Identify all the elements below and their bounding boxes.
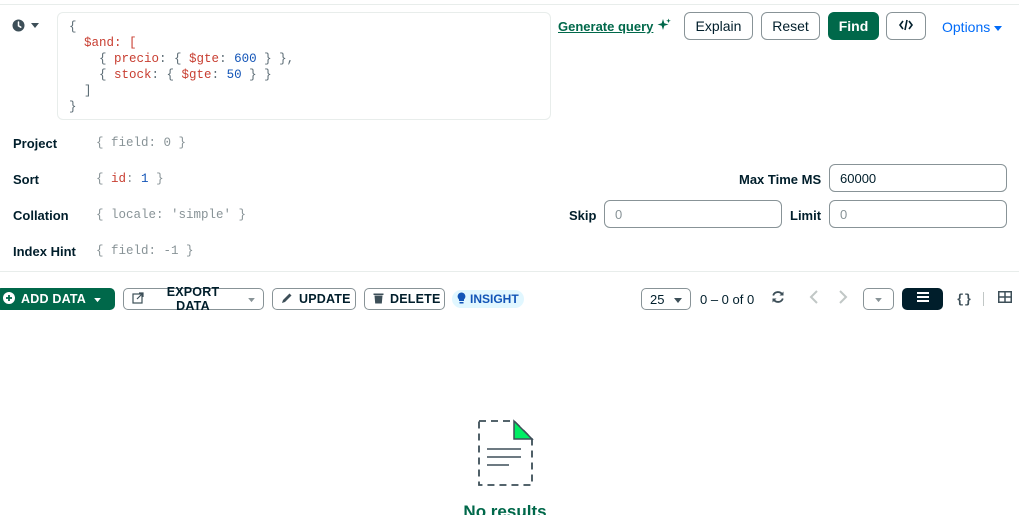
query-line: $and: [ (69, 35, 550, 51)
chevron-right-icon (838, 289, 848, 309)
plus-circle-icon (3, 291, 15, 307)
options-label: Options (942, 19, 991, 35)
collation-label: Collation (13, 208, 69, 223)
query-history-button[interactable] (12, 19, 39, 32)
explain-button[interactable]: Explain (684, 12, 753, 40)
json-view-icon: {} (956, 291, 972, 307)
index-hint-editor[interactable]: { field: -1 } (96, 244, 194, 258)
top-divider (0, 4, 1019, 5)
generate-query-link[interactable]: Generate query (558, 18, 672, 35)
max-time-ms-input[interactable] (829, 164, 1007, 192)
update-label: UPDATE (299, 292, 351, 306)
table-view-button[interactable] (990, 288, 1019, 310)
caret-down-icon (94, 292, 101, 306)
options-divider (0, 271, 1019, 272)
collation-editor[interactable]: { locale: 'simple' } (96, 208, 246, 222)
query-line-and: $and: [ (84, 36, 137, 50)
query-line: { precio: { $gte: 600 } }, (69, 52, 295, 66)
list-view-icon (916, 290, 930, 308)
query-line: } (69, 100, 77, 114)
export-data-label: EXPORT DATA (166, 285, 220, 313)
query-line: { (69, 20, 77, 34)
project-editor[interactable]: { field: 0 } (96, 136, 186, 150)
export-icon (132, 291, 144, 307)
page-size-value: 25 (650, 291, 665, 307)
caret-down-icon (674, 292, 682, 307)
limit-label: Limit (790, 208, 822, 223)
empty-state-title: No results (463, 502, 547, 515)
insight-badge[interactable]: INSIGHT (452, 290, 524, 308)
caret-down-icon (994, 19, 1003, 35)
sort-label: Sort (13, 172, 39, 187)
index-hint-label: Index Hint (13, 244, 76, 259)
export-code-button[interactable] (886, 12, 926, 40)
query-editor[interactable]: { $and: [ { precio: { $gte: 600 } }, { s… (57, 12, 551, 120)
options-toggle[interactable]: Options (942, 19, 1003, 35)
find-button[interactable]: Find (828, 12, 879, 40)
caret-down-icon (248, 292, 255, 306)
query-line: ] (69, 84, 92, 98)
add-data-label: ADD DATA (21, 292, 87, 306)
json-view-button[interactable]: {} (948, 288, 980, 310)
caret-down-icon (875, 290, 882, 308)
trash-icon (373, 292, 384, 307)
code-icon (899, 19, 913, 34)
delete-button[interactable]: DELETE (364, 288, 445, 310)
skip-label: Skip (569, 208, 597, 223)
sort-editor[interactable]: { id: 1 } (96, 172, 164, 186)
project-label: Project (13, 136, 58, 151)
sparkle-icon (657, 18, 672, 35)
lightbulb-icon (457, 292, 466, 307)
table-view-icon (997, 290, 1012, 308)
generate-query-label: Generate query (558, 19, 654, 34)
insight-label: INSIGHT (470, 292, 519, 306)
clock-icon (12, 19, 25, 32)
export-data-button[interactable]: EXPORT DATA (123, 285, 264, 313)
reset-button[interactable]: Reset (761, 12, 820, 40)
pagination-range: 0 – 0 of 0 (700, 292, 755, 307)
refresh-button[interactable] (770, 290, 786, 309)
caret-down-icon (31, 22, 39, 29)
refresh-icon (771, 290, 785, 309)
chevron-left-icon (809, 289, 819, 309)
next-page-button[interactable] (835, 289, 851, 309)
limit-input[interactable] (829, 200, 1007, 228)
view-separator (983, 292, 984, 306)
no-documents-illustration (474, 418, 536, 495)
update-button[interactable]: UPDATE (272, 288, 356, 310)
delete-label: DELETE (390, 292, 441, 306)
query-line: { stock: { $gte: 50 } } (69, 68, 272, 82)
add-data-button[interactable]: ADD DATA (0, 288, 115, 310)
expand-collapse-menu[interactable] (863, 288, 894, 310)
page-size-select[interactable]: 25 (641, 288, 691, 310)
skip-input[interactable] (604, 200, 782, 228)
pencil-icon (281, 292, 293, 307)
list-view-button[interactable] (902, 288, 943, 310)
prev-page-button[interactable] (806, 289, 822, 309)
max-time-ms-label: Max Time MS (739, 172, 822, 187)
